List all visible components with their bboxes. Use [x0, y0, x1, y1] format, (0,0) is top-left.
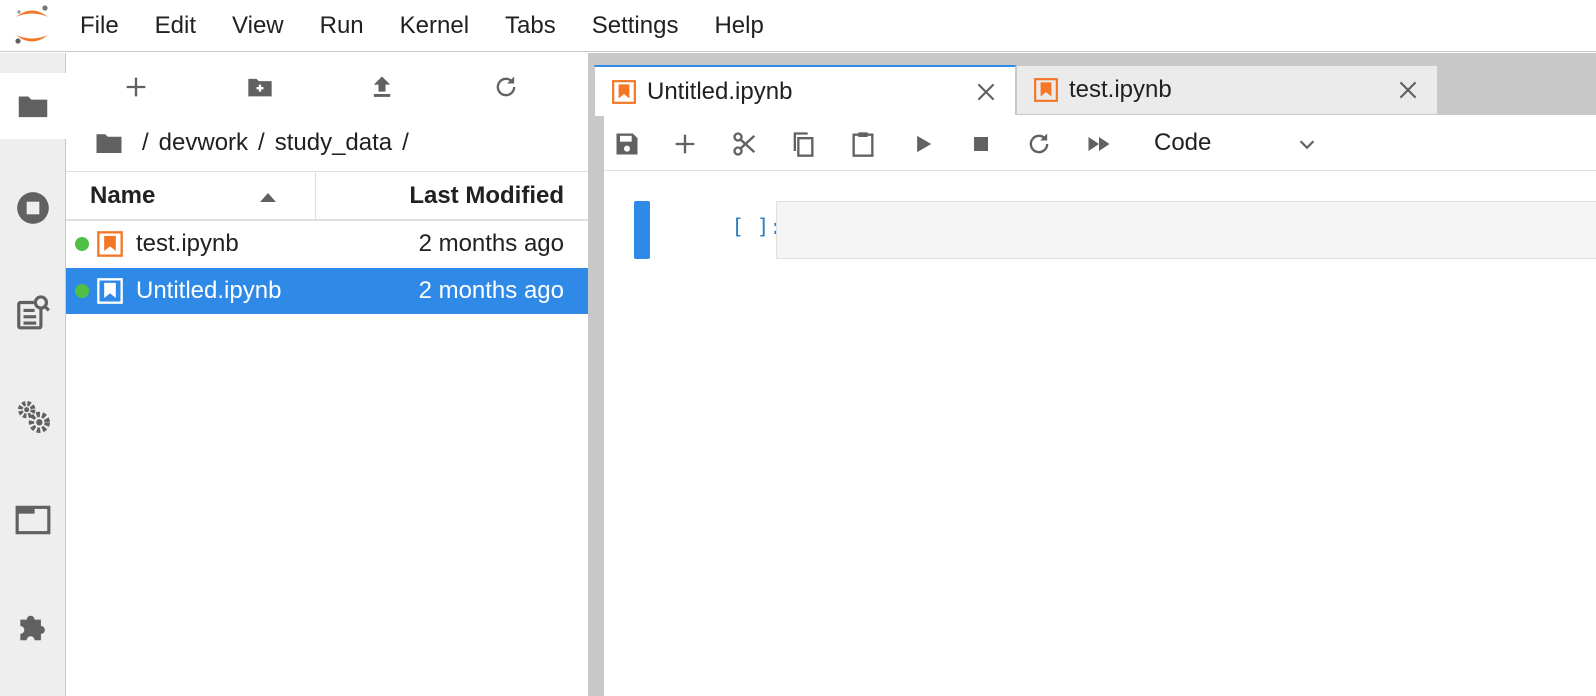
file-row-test[interactable]: test.ipynb 2 months ago [66, 221, 588, 267]
fast-forward-icon [1088, 137, 1110, 151]
jupyter-logo-icon [12, 4, 52, 48]
stop-circle-icon [17, 192, 49, 224]
copy-icon [793, 132, 814, 157]
menu-view[interactable]: View [214, 0, 302, 52]
file-modified: 2 months ago [418, 230, 564, 257]
file-browser-panel: / devwork / study_data / Name Last Modif… [66, 53, 588, 696]
settings-gears-icon [17, 400, 50, 433]
menu-file[interactable]: File [62, 0, 137, 52]
notebook-toolbar: Code [604, 115, 1596, 171]
settings-button[interactable] [0, 383, 66, 449]
home-folder-icon[interactable] [94, 128, 124, 158]
breadcrumb-separator: / [142, 129, 149, 156]
extension-manager-button[interactable] [0, 593, 66, 659]
tab-test[interactable]: test.ipynb [1016, 65, 1438, 115]
menu-bar: File Edit View Run Kernel Tabs Settings … [0, 0, 1596, 52]
plus-icon [126, 77, 146, 97]
notebook-icon [1034, 78, 1058, 102]
notebook-icon [97, 278, 123, 304]
save-button[interactable] [608, 125, 646, 163]
file-list-header: Name Last Modified [66, 171, 588, 221]
activity-bar [0, 53, 66, 696]
menu-settings[interactable]: Settings [574, 0, 697, 52]
tab-label: Untitled.ipynb [647, 77, 793, 105]
cell-input-editor[interactable] [776, 201, 1596, 259]
menu-kernel[interactable]: Kernel [382, 0, 487, 52]
paste-icon [852, 132, 874, 157]
file-browser-toolbar [66, 53, 588, 117]
cell-type-value: Code [1154, 129, 1212, 156]
cell-type-select[interactable]: Code [1154, 123, 1324, 163]
close-icon[interactable] [973, 79, 999, 105]
restart-icon [1029, 133, 1049, 154]
upload-icon [373, 76, 391, 97]
column-header-modified[interactable]: Last Modified [316, 182, 588, 210]
notebook-icon [97, 231, 123, 257]
column-header-name[interactable]: Name [66, 172, 316, 219]
new-launcher-button[interactable] [116, 67, 156, 107]
property-inspector-icon [17, 295, 50, 330]
run-icon [917, 135, 932, 153]
menu-tabs[interactable]: Tabs [487, 0, 574, 52]
stop-icon [974, 137, 988, 151]
close-icon[interactable] [1395, 77, 1421, 103]
column-header-modified-label: Last Modified [409, 181, 564, 209]
restart-run-all-button[interactable] [1080, 125, 1118, 163]
file-name: test.ipynb [136, 230, 239, 257]
cell-collapser[interactable] [634, 201, 650, 259]
running-sessions-button[interactable] [0, 175, 66, 241]
upload-button[interactable] [362, 67, 402, 107]
panel-splitter[interactable] [588, 53, 604, 696]
extension-puzzle-icon [20, 615, 45, 641]
cut-icon [733, 132, 756, 156]
breadcrumb: / devwork / study_data / [94, 123, 419, 163]
menu-run[interactable]: Run [302, 0, 382, 52]
tab-untitled[interactable]: Untitled.ipynb [594, 65, 1016, 116]
column-header-name-label: Name [90, 181, 156, 209]
cut-button[interactable] [726, 125, 764, 163]
menu-edit[interactable]: Edit [137, 0, 214, 52]
main-area: Untitled.ipynb test.ipynb Code []: [594, 53, 1596, 696]
run-cell-button[interactable] [904, 125, 942, 163]
new-folder-button[interactable] [240, 67, 280, 107]
property-inspector-button[interactable] [0, 279, 66, 345]
breadcrumb-separator: / [258, 129, 265, 156]
menu-help[interactable]: Help [696, 0, 781, 52]
file-row-untitled[interactable]: Untitled.ipynb 2 months ago [66, 268, 588, 314]
running-indicator [75, 237, 89, 251]
code-cell[interactable]: [ ]: [634, 201, 1596, 259]
folder-icon [18, 96, 47, 118]
interrupt-kernel-button[interactable] [962, 125, 1000, 163]
tab-bar: Untitled.ipynb test.ipynb [594, 53, 1596, 116]
refresh-button[interactable] [486, 67, 526, 107]
copy-button[interactable] [784, 125, 822, 163]
paste-button[interactable] [844, 125, 882, 163]
restart-kernel-button[interactable] [1020, 125, 1058, 163]
tabs-panel-button[interactable] [0, 487, 66, 553]
tab-label: test.ipynb [1069, 76, 1172, 103]
notebook-panel: [ ]: [604, 171, 1596, 696]
new-folder-icon [248, 78, 272, 97]
chevron-down-icon [1299, 140, 1315, 150]
save-icon [616, 133, 638, 155]
file-name: Untitled.ipynb [136, 277, 282, 304]
tab-panel-icon [15, 505, 51, 535]
sort-ascending-icon [260, 193, 276, 202]
running-indicator [75, 284, 89, 298]
refresh-icon [496, 76, 516, 97]
add-cell-button[interactable] [666, 125, 704, 163]
file-browser-tab-button[interactable] [0, 73, 66, 139]
add-cell-icon [675, 134, 695, 154]
menu-items: File Edit View Run Kernel Tabs Settings … [62, 0, 782, 52]
breadcrumb-separator: / [402, 129, 409, 156]
notebook-icon [612, 79, 636, 104]
breadcrumb-devwork[interactable]: devwork [159, 129, 248, 157]
breadcrumb-study-data[interactable]: study_data [275, 129, 392, 157]
file-modified: 2 months ago [418, 277, 564, 304]
